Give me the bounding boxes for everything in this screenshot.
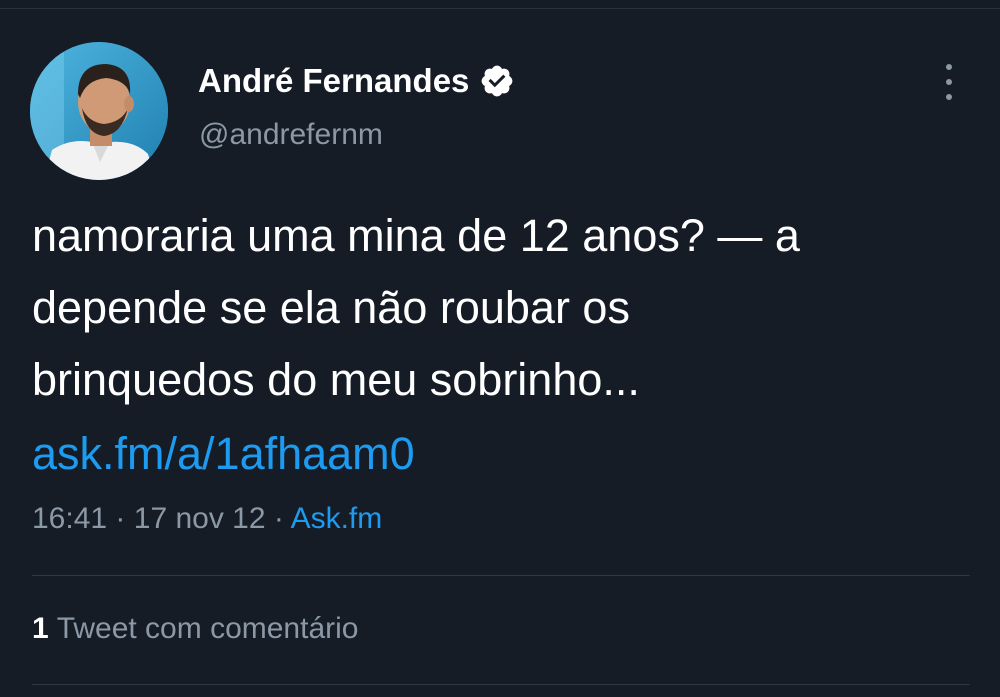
more-dot bbox=[946, 79, 952, 85]
meta-separator: · bbox=[115, 502, 126, 535]
tweet-text: namoraria uma mina de 12 anos? — a depen… bbox=[32, 200, 972, 416]
avatar-photo bbox=[30, 42, 168, 180]
section-divider bbox=[32, 684, 970, 685]
verified-badge-icon bbox=[482, 65, 513, 97]
section-divider bbox=[32, 575, 970, 576]
more-dot bbox=[946, 64, 952, 70]
avatar[interactable] bbox=[30, 42, 168, 180]
quote-label: Tweet com comentário bbox=[56, 612, 359, 645]
quote-count: 1 bbox=[32, 612, 49, 645]
tweet-text-line: namoraria uma mina de 12 anos? — a bbox=[32, 210, 800, 261]
more-dot bbox=[946, 94, 952, 100]
more-options-icon[interactable] bbox=[936, 62, 962, 102]
meta-separator: · bbox=[273, 502, 284, 535]
tweet-date[interactable]: 17 nov 12 bbox=[134, 502, 266, 535]
author-handle[interactable]: @andrefernm bbox=[199, 118, 383, 152]
tweet-time[interactable]: 16:41 bbox=[32, 502, 107, 535]
tweet-link[interactable]: ask.fm/a/1afhaam0 bbox=[32, 418, 415, 490]
tweet-metadata: 16:41 · 17 nov 12 · Ask.fm bbox=[32, 502, 382, 536]
tweet-text-line: depende se ela não roubar os bbox=[32, 282, 630, 333]
quote-tweets-link[interactable]: 1 Tweet com comentário bbox=[32, 612, 358, 646]
tweet-source-link[interactable]: Ask.fm bbox=[291, 502, 383, 535]
author-display-name[interactable]: André Fernandes bbox=[198, 62, 469, 100]
top-divider bbox=[0, 8, 1000, 9]
tweet-text-line: brinquedos do meu sobrinho... bbox=[32, 354, 640, 405]
author-name-row[interactable]: André Fernandes bbox=[198, 62, 515, 100]
